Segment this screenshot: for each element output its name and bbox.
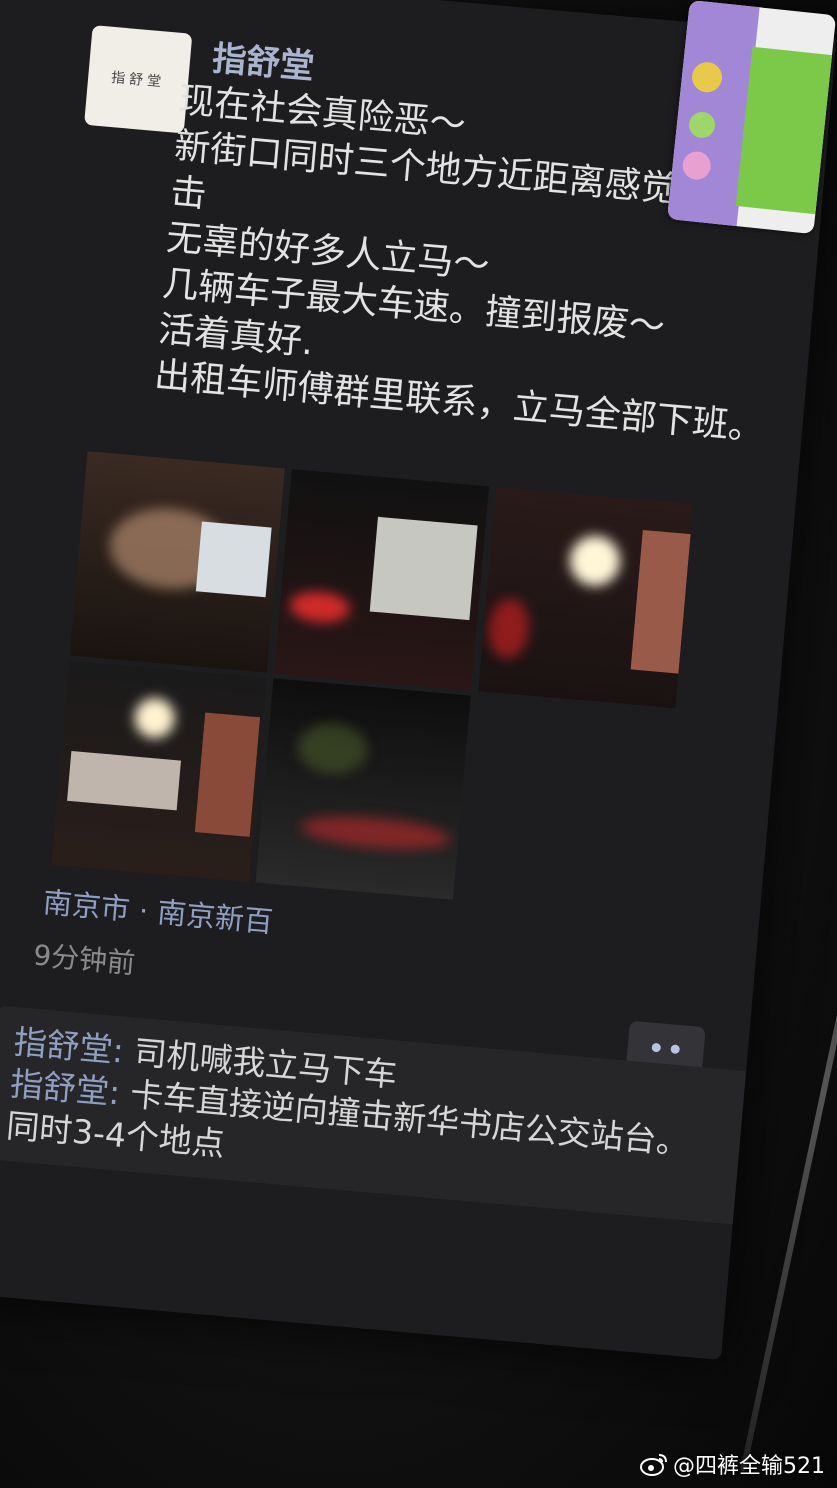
post-author-name[interactable]: 指舒堂 — [210, 31, 316, 89]
floating-app-window[interactable] — [667, 0, 837, 235]
post-location[interactable]: 南京市 · 南京新百 — [41, 879, 275, 941]
photo-grid — [51, 451, 705, 923]
avatar-text: 指舒堂 — [110, 69, 166, 91]
watermark-text: @四裤全输521 — [673, 1454, 825, 1479]
photo-thumbnail[interactable] — [255, 678, 471, 900]
dot-icon — [651, 1042, 662, 1052]
post-time: 9分钟前 — [32, 938, 137, 981]
weibo-icon — [639, 1451, 669, 1477]
comment-author[interactable]: 指舒堂 — [9, 1064, 111, 1111]
dot-icon — [670, 1043, 681, 1054]
watermark: @四裤全输521 — [639, 1448, 825, 1480]
photo-of-phone: 指舒堂 指舒堂 现在社会真险恶～ 新街口同时三个地方近距离感觉自杀式 击 无辜的… — [0, 0, 837, 1488]
photo-thumbnail[interactable] — [51, 660, 267, 882]
comment-author[interactable]: 指舒堂 — [12, 1022, 114, 1069]
photo-thumbnail[interactable] — [273, 469, 490, 691]
photo-thumbnail[interactable] — [478, 486, 694, 709]
photo-thumbnail[interactable] — [69, 451, 285, 673]
